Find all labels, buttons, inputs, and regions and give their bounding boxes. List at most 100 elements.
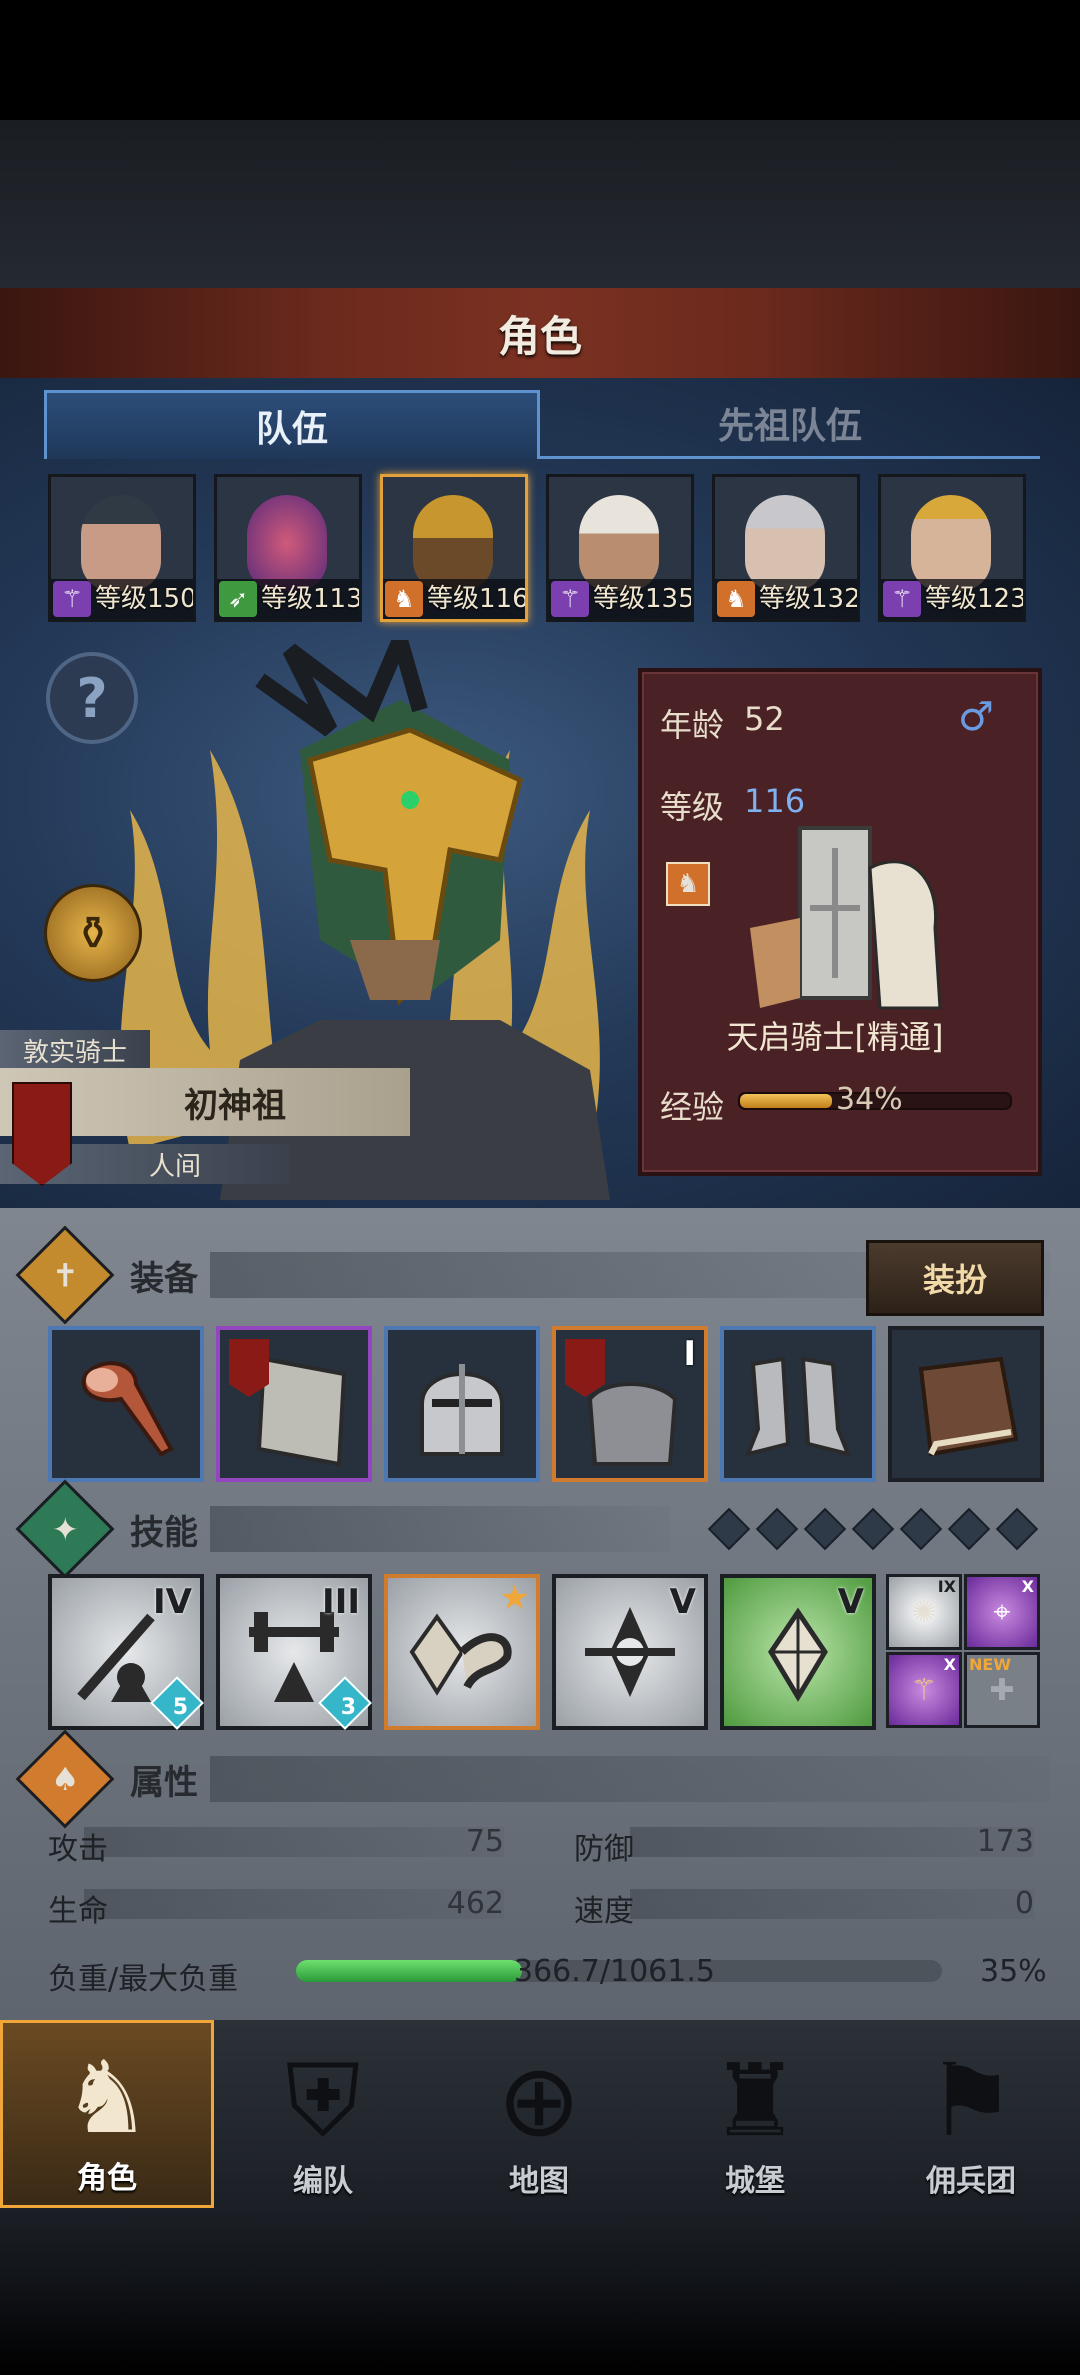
tab-team[interactable]: 队伍 [44,390,540,459]
team-member-4[interactable]: ⚚ 等级135 [546,474,694,622]
equip-slot-shield[interactable] [216,1326,372,1482]
horse-icon: ♞ [666,862,710,906]
nav-label: 地图 [509,2164,569,2199]
equip-slot-book[interactable] [888,1326,1044,1482]
tower-shield-icon [229,1339,347,1467]
page-title: 角色 [497,311,582,361]
nav-map[interactable]: ⊕ 地图 [432,2020,646,2208]
potion-icon[interactable]: ⚱ [44,884,142,982]
load-percent: 35% [980,1954,1047,1989]
new-badge: NEW [969,1655,1011,1674]
nav-label: 角色 [77,2161,137,2196]
team-member-6[interactable]: ⚚ 等级123 [878,474,1026,622]
member-level: 等级132 [759,584,860,614]
passive-skill-empty[interactable]: ✚ NEW [964,1652,1040,1728]
equip-slot-helmet[interactable] [384,1326,540,1482]
armor-icon [565,1339,678,1466]
empty-slot-icon: ✚ [989,1672,1015,1708]
skill-rank: III [322,1582,360,1622]
skill-rank: V [837,1582,864,1622]
bow-icon: ➶ [219,581,257,617]
team-member-5[interactable]: ♞ 等级132 [712,474,860,622]
title-bar: 角色 [0,288,1080,381]
member-level: 等级135 [593,584,694,614]
target-icon: ⌖ [993,1594,1011,1630]
dress-button[interactable]: 装扮 [866,1240,1044,1316]
defense-value: 173 [976,1824,1034,1859]
passive-skill-2[interactable]: ⌖ X [964,1574,1040,1650]
star-icon: ★ [499,1578,530,1618]
load-bar-fill [296,1960,523,1982]
class-knight-image [750,826,942,1010]
exp-percent: 34% [836,1082,903,1117]
skill-5[interactable]: V [720,1574,876,1730]
skill-rank: IV [153,1582,192,1622]
defense-label: 防御 [574,1832,634,1867]
mercenary-icon: ⚑ [926,2042,1016,2159]
nav-character[interactable]: ♞ 角色 [0,2020,214,2208]
crystal-plus-icon [768,1607,828,1702]
team-member-3[interactable]: ♞ 等级116 [380,474,528,622]
tab-ancestor-team[interactable]: 先祖队伍 [540,390,1040,459]
member-level: 等级113 [261,584,362,614]
hp-value: 462 [446,1886,504,1921]
equip-slot-boots[interactable] [720,1326,876,1482]
load-label: 负重/最大负重 [48,1962,239,1997]
level-label: 等级 [660,788,725,826]
skill-4[interactable]: V [552,1574,708,1730]
staff-icon: ⚚ [883,581,921,617]
cross-icon: ✝ [15,1225,115,1325]
skill-2[interactable]: III 3 [216,1574,372,1730]
age-value: 52 [744,700,785,738]
helmet-flag-icon: ⛨ [285,2042,361,2159]
nav-label: 城堡 [725,2164,785,2199]
horse-icon: ♞ [717,581,755,617]
equip-slot-weapon[interactable] [48,1326,204,1482]
passive-skill-3[interactable]: ⚚ X [886,1652,962,1728]
exp-label: 经验 [660,1088,725,1126]
armor-rank: I [683,1334,696,1374]
star-burst-icon: ✦ [15,1479,115,1579]
bottom-background [0,2208,1080,2375]
wand-icon: ⚚ [910,1672,938,1708]
knight-icon: ♞ [62,2039,152,2156]
speed-label: 速度 [574,1894,634,1929]
portrait-face [413,495,493,591]
portrait-face [579,495,659,591]
nav-castle[interactable]: ♜ 城堡 [648,2020,862,2208]
member-level: 等级123 [925,584,1026,614]
boots-icon [744,1356,852,1457]
meat-weapon-icon [81,1361,174,1457]
helmet-icon [420,1364,504,1456]
male-icon: ♂ [958,694,994,740]
castle-icon: ♜ [710,2042,800,2159]
attributes-header: ♠ 属性 [15,1729,1050,1829]
team-member-2[interactable]: ➶ 等级113 [214,474,362,622]
hp-label: 生命 [48,1894,108,1929]
nav-mercenary[interactable]: ⚑ 佣兵团 [864,2020,1078,2208]
exp-bar-fill [740,1094,832,1108]
class-name: 天启骑士[精通] [726,1018,944,1056]
gem-count: 5 [172,1695,188,1720]
equipment-title: 装备 [130,1258,198,1299]
nav-label: 编队 [293,2164,353,2199]
horse-icon: ♞ [385,581,423,617]
age-label: 年龄 [660,706,725,744]
passive-skill-1[interactable]: ✺ IX [886,1574,962,1650]
skill-1[interactable]: IV 5 [48,1574,204,1730]
portrait-face [247,495,327,591]
skill-3[interactable]: ★ [384,1574,540,1730]
portrait-face [81,495,161,591]
attack-value: 75 [465,1824,504,1859]
burst-icon: ✺ [911,1594,937,1630]
skill-rank: V [669,1582,696,1622]
portrait-face [911,495,991,591]
staff-icon: ⚚ [53,581,91,617]
member-level: 等级150 [95,584,196,614]
equip-slot-armor[interactable]: I [552,1326,708,1482]
skills-title: 技能 [130,1512,198,1553]
top-background [0,120,1080,290]
team-member-1[interactable]: ⚚ 等级150 [48,474,196,622]
member-level: 等级116 [427,584,528,614]
nav-formation[interactable]: ⛨ 编队 [216,2020,430,2208]
